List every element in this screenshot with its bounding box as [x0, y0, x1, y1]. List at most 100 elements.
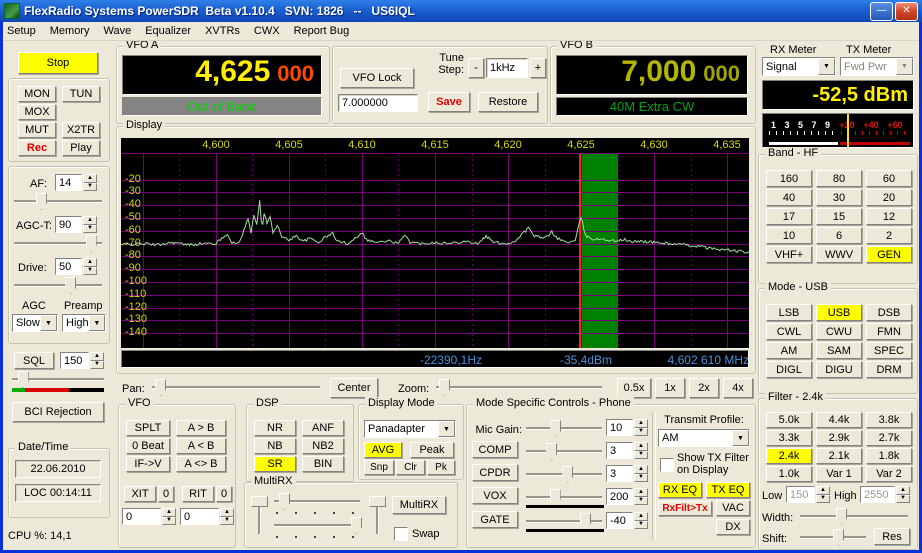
display-mode-dropdown-arrow-icon[interactable]: ▼ — [438, 421, 455, 437]
peak-button[interactable]: Peak — [410, 442, 454, 458]
vox-stepper[interactable]: 200 ▲ ▼ — [606, 488, 648, 505]
menu-wave[interactable]: Wave — [96, 23, 138, 39]
cpdr-spin-buttons[interactable]: ▲ ▼ — [634, 465, 648, 482]
start-stop-button[interactable]: Stop — [18, 52, 98, 74]
mode-button-sam[interactable]: SAM — [816, 342, 862, 359]
filter-button-2-4k[interactable]: 2.4k — [766, 448, 812, 464]
clear-button[interactable]: Clr — [396, 460, 425, 475]
xit-clear-button[interactable]: 0 — [158, 486, 174, 502]
band-button-12[interactable]: 12 — [866, 208, 912, 225]
filter-low-spin-buttons[interactable]: ▲ ▼ — [816, 486, 830, 503]
filter-button-1-8k[interactable]: 1.8k — [866, 448, 912, 464]
vfo-b-frequency[interactable]: 7,000 000 — [556, 55, 748, 95]
tune-step-down-button[interactable]: - — [468, 58, 484, 78]
band-button-40[interactable]: 40 — [766, 189, 812, 206]
gate-button[interactable]: GATE — [472, 511, 518, 528]
a-swap-b-button[interactable]: A <> B — [176, 456, 226, 472]
mode-button-spec[interactable]: SPEC — [866, 342, 912, 359]
comp-spin-buttons[interactable]: ▲ ▼ — [634, 442, 648, 459]
menu-setup[interactable]: Setup — [0, 23, 43, 39]
af-spin-buttons[interactable]: ▲ ▼ — [83, 174, 97, 191]
agc-select[interactable]: Slow ▼ — [12, 314, 58, 332]
gate-stepper[interactable]: -40 ▲ ▼ — [606, 512, 648, 529]
vox-spin-buttons[interactable]: ▲ ▼ — [634, 488, 648, 505]
menu-equalizer[interactable]: Equalizer — [138, 23, 198, 39]
show-tx-filter-checkbox[interactable] — [660, 458, 674, 472]
filter-shift-slider[interactable] — [798, 528, 868, 546]
filter-button-3-3k[interactable]: 3.3k — [766, 430, 812, 446]
zoom-1x-button[interactable]: 1x — [655, 378, 685, 398]
mic-gain-slider[interactable] — [524, 419, 604, 437]
sr-button[interactable]: SR — [254, 456, 296, 472]
filter-button-5-0k[interactable]: 5.0k — [766, 412, 812, 428]
mode-button-usb[interactable]: USB — [816, 304, 862, 321]
band-button-6[interactable]: 6 — [816, 227, 862, 244]
minimize-button[interactable]: — — [870, 1, 893, 21]
tx-eq-button[interactable]: TX EQ — [706, 482, 750, 498]
a-to-b-button[interactable]: A > B — [176, 420, 226, 436]
drive-slider[interactable] — [12, 276, 104, 294]
zoom-4x-button[interactable]: 4x — [723, 378, 753, 398]
band-button-60[interactable]: 60 — [866, 170, 912, 187]
swap-checkbox[interactable] — [394, 527, 408, 541]
agct-stepper[interactable]: 90 ▲ ▼ — [55, 216, 97, 233]
drive-stepper[interactable]: 50 ▲ ▼ — [55, 258, 97, 275]
mode-button-lsb[interactable]: LSB — [766, 304, 812, 321]
band-button-80[interactable]: 80 — [816, 170, 862, 187]
bin-button[interactable]: BIN — [302, 456, 344, 472]
band-button-30[interactable]: 30 — [816, 189, 862, 206]
mode-button-dsb[interactable]: DSB — [866, 304, 912, 321]
if-to-vfo-button[interactable]: IF->V — [126, 456, 170, 472]
tun-button[interactable]: TUN — [62, 86, 100, 102]
multirx-pan-main-slider[interactable] — [250, 494, 268, 536]
band-button-160[interactable]: 160 — [766, 170, 812, 187]
cpdr-slider[interactable] — [524, 465, 604, 483]
xit-spin-buttons[interactable]: ▲ ▼ — [162, 508, 176, 525]
vac-button[interactable]: VAC — [716, 500, 750, 516]
peak-hold-button[interactable]: Pk — [427, 460, 455, 475]
filter-low-stepper[interactable]: 150 ▲ ▼ — [786, 486, 830, 503]
xit-stepper[interactable]: 0 ▲ ▼ — [122, 508, 176, 525]
filter-button-2-1k[interactable]: 2.1k — [816, 448, 862, 464]
anf-button[interactable]: ANF — [302, 420, 344, 436]
filter-high-spin-buttons[interactable]: ▲ ▼ — [896, 486, 910, 503]
zoom-0-5x-button[interactable]: 0.5x — [617, 378, 651, 398]
filter-button-var-1[interactable]: Var 1 — [816, 466, 862, 482]
gate-spin-buttons[interactable]: ▲ ▼ — [634, 512, 648, 529]
rit-button[interactable]: RIT — [182, 486, 214, 502]
sql-stepper[interactable]: 150 ▲ ▼ — [60, 352, 104, 369]
mon-button[interactable]: MON — [18, 86, 56, 102]
band-button-10[interactable]: 10 — [766, 227, 812, 244]
play-button[interactable]: Play — [62, 140, 100, 156]
filter-button-3-8k[interactable]: 3.8k — [866, 412, 912, 428]
mox-button[interactable]: MOX — [18, 104, 56, 120]
rec-button[interactable]: Rec — [18, 140, 56, 156]
rit-stepper[interactable]: 0 ▲ ▼ — [180, 508, 234, 525]
dx-button[interactable]: DX — [716, 519, 750, 535]
transmit-profile-dropdown-arrow-icon[interactable]: ▼ — [732, 430, 749, 446]
filter-button-4-4k[interactable]: 4.4k — [816, 412, 862, 428]
sql-slider[interactable] — [10, 370, 106, 388]
band-button-wwv[interactable]: WWV — [816, 246, 862, 263]
comp-stepper[interactable]: 3 ▲ ▼ — [606, 442, 648, 459]
rx-eq-button[interactable]: RX EQ — [658, 482, 702, 498]
preamp-select[interactable]: High ▼ — [62, 314, 106, 332]
nr-button[interactable]: NR — [254, 420, 296, 436]
nb2-button[interactable]: NB2 — [302, 438, 344, 454]
band-button-2[interactable]: 2 — [866, 227, 912, 244]
tune-step-up-button[interactable]: + — [530, 58, 546, 78]
cpdr-stepper[interactable]: 3 ▲ ▼ — [606, 465, 648, 482]
zoom-slider[interactable] — [434, 378, 604, 396]
mode-button-cwl[interactable]: CWL — [766, 323, 812, 340]
menu-cwx[interactable]: CWX — [247, 23, 287, 39]
multirx-gain-slider[interactable] — [272, 492, 362, 510]
split-button[interactable]: SPLT — [126, 420, 170, 436]
agct-spin-buttons[interactable]: ▲ ▼ — [83, 216, 97, 233]
agct-slider[interactable] — [12, 234, 104, 252]
band-button-15[interactable]: 15 — [816, 208, 862, 225]
mode-button-digl[interactable]: DIGL — [766, 361, 812, 378]
restore-button[interactable]: Restore — [478, 92, 538, 112]
xit-button[interactable]: XIT — [124, 486, 156, 502]
mode-button-cwu[interactable]: CWU — [816, 323, 862, 340]
menu-memory[interactable]: Memory — [43, 23, 97, 39]
